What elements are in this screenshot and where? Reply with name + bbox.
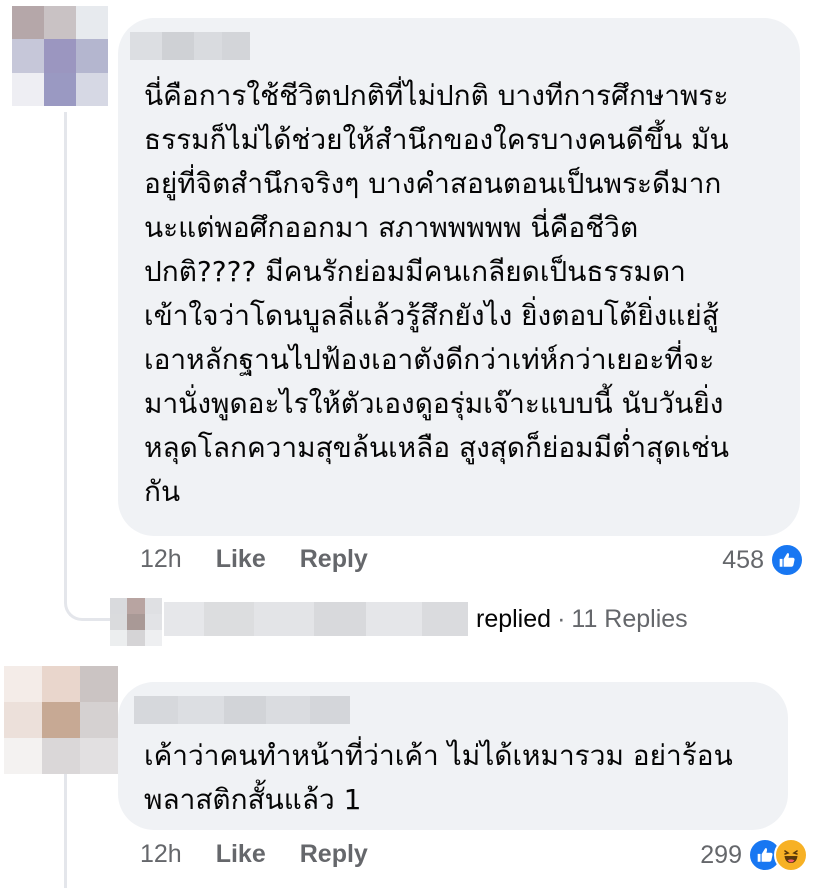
commenter-name-blurred[interactable] (130, 32, 250, 60)
reaction-count: 299 (700, 840, 742, 869)
haha-icon (774, 838, 808, 872)
avatar[interactable] (110, 598, 162, 646)
commenter-name-blurred[interactable] (134, 696, 350, 724)
reply-button[interactable]: Reply (300, 840, 368, 869)
comment-actions: 12h Like Reply (140, 840, 402, 869)
reaction-count: 458 (722, 545, 764, 574)
thread-connector-line (64, 770, 67, 888)
comment-text: เค้าว่าคนทำหน้าที่ว่าเค้า ไม่ได้เหมารวม … (144, 739, 733, 816)
avatar[interactable] (12, 6, 108, 106)
like-icon (770, 543, 804, 577)
reaction-summary[interactable]: 458 (722, 543, 804, 577)
comment-text: นี่คือการใช้ชีวิตปกติที่ไม่ปกติ บางทีการ… (144, 79, 730, 508)
reply-button[interactable]: Reply (300, 545, 368, 574)
reaction-summary[interactable]: 299 (700, 838, 808, 872)
comments-thread: นี่คือการใช้ชีวิตปกติที่ไม่ปกติ บางทีการ… (0, 0, 828, 888)
comment-actions: 12h Like Reply (140, 545, 402, 574)
thread-connector-line (64, 112, 67, 590)
replier-name-blurred (164, 602, 468, 636)
avatar[interactable] (4, 666, 118, 774)
comment-bubble: เค้าว่าคนทำหน้าที่ว่าเค้า ไม่ได้เหมารวม … (118, 682, 788, 830)
replied-label: replied (476, 604, 552, 633)
separator-dot: · (557, 604, 566, 633)
replies-count: 11 Replies (571, 604, 688, 633)
like-button[interactable]: Like (216, 545, 266, 574)
comment-timestamp[interactable]: 12h (140, 545, 182, 574)
like-button[interactable]: Like (216, 840, 266, 869)
comment-bubble: นี่คือการใช้ชีวิตปกติที่ไม่ปกติ บางทีการ… (118, 18, 800, 536)
thread-connector-curve (64, 585, 110, 621)
view-replies-link[interactable]: replied · 11 Replies (110, 602, 688, 636)
comment-timestamp[interactable]: 12h (140, 840, 182, 869)
